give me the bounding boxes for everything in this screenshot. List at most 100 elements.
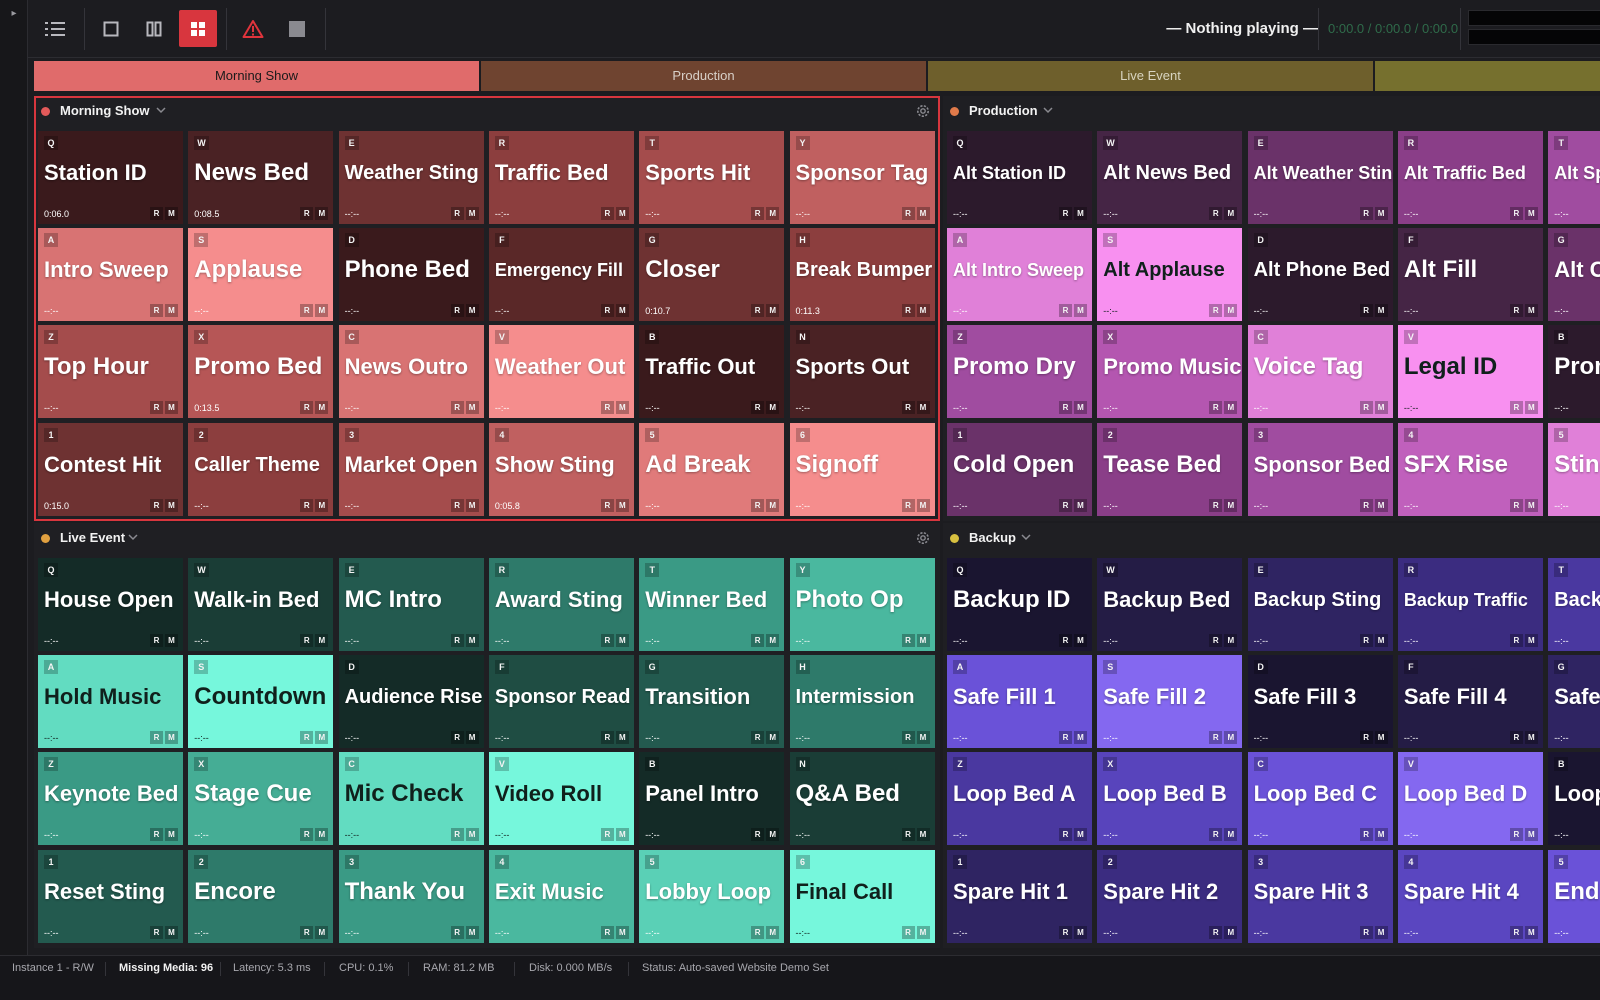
pad-repeat-toggle[interactable]: R bbox=[1059, 828, 1072, 842]
pad-encore[interactable]: 2 Encore --:-- R M bbox=[188, 849, 334, 943]
pad-spare-hit-1[interactable]: 1 Spare Hit 1 --:-- R M bbox=[947, 849, 1092, 943]
pad-video-roll[interactable]: V Video Roll --:-- R M bbox=[488, 752, 634, 846]
pad-mute-toggle[interactable]: M bbox=[1074, 304, 1087, 318]
pad-repeat-toggle[interactable]: R bbox=[1209, 304, 1223, 318]
pad-mute-toggle[interactable]: M bbox=[465, 498, 479, 512]
pad-repeat-toggle[interactable]: R bbox=[1209, 731, 1223, 745]
pad-mute-toggle[interactable]: M bbox=[615, 207, 629, 220]
pad-mute-toggle[interactable]: M bbox=[465, 304, 479, 318]
pad-safe-fill-2[interactable]: S Safe Fill 2 --:-- R M bbox=[1097, 655, 1243, 749]
pad-countdown[interactable]: S Countdown --:-- R M bbox=[188, 655, 334, 749]
pad-mute-toggle[interactable]: M bbox=[465, 401, 479, 415]
pad-alt-weather-sting[interactable]: E Alt Weather Sting --:-- R M bbox=[1247, 131, 1393, 224]
pad-mute-toggle[interactable]: M bbox=[1224, 401, 1238, 415]
stop-all-button[interactable] bbox=[278, 10, 316, 47]
pad-loop-bed-b[interactable]: X Loop Bed B --:-- R M bbox=[1097, 752, 1243, 846]
pad-mute-toggle[interactable]: M bbox=[315, 207, 329, 220]
pad-repeat-toggle[interactable]: R bbox=[1359, 731, 1373, 745]
pad-repeat-toggle[interactable]: R bbox=[1059, 401, 1072, 415]
pad-repeat-toggle[interactable]: R bbox=[751, 401, 765, 415]
pad-loop-bed-a[interactable]: Z Loop Bed A --:-- R M bbox=[947, 752, 1092, 846]
pad-alt-sports-hit[interactable]: TAlt Sports Hit--:--RM bbox=[1548, 131, 1600, 224]
pad-safe-fill-4[interactable]: F Safe Fill 4 --:-- R M bbox=[1397, 655, 1543, 749]
pad-exit-music[interactable]: 4 Exit Music --:-- R M bbox=[488, 849, 634, 943]
pad-repeat-toggle[interactable]: R bbox=[1509, 401, 1523, 415]
pad-repeat-toggle[interactable]: R bbox=[450, 401, 464, 415]
pad-station-id[interactable]: Q Station ID 0:06.0 R M bbox=[38, 131, 183, 224]
single-view-button[interactable] bbox=[92, 10, 130, 47]
pad-repeat-toggle[interactable]: R bbox=[1509, 925, 1523, 939]
grid-view-button[interactable] bbox=[179, 10, 217, 47]
pad-loop-bed-c[interactable]: C Loop Bed C --:-- R M bbox=[1247, 752, 1393, 846]
pad-show-sting[interactable]: 4 Show Sting 0:05.8 R M bbox=[488, 422, 634, 516]
pad-spare-hit-2[interactable]: 2 Spare Hit 2 --:-- R M bbox=[1097, 849, 1243, 943]
pad-repeat-toggle[interactable]: R bbox=[1059, 498, 1072, 512]
pad-promo-out[interactable]: BPromo Out--:--RM bbox=[1548, 325, 1600, 419]
pad-mute-toggle[interactable]: M bbox=[615, 731, 629, 745]
pad-mute-toggle[interactable]: M bbox=[1074, 731, 1087, 745]
pad-ad-break[interactable]: 5 Ad Break --:-- R M bbox=[639, 422, 785, 516]
pad-mute-toggle[interactable]: M bbox=[766, 401, 780, 415]
pad-repeat-toggle[interactable]: R bbox=[150, 207, 163, 220]
gear-icon[interactable] bbox=[914, 102, 932, 120]
missing-media-status[interactable]: Missing Media: 96 bbox=[119, 956, 213, 981]
pad-mute-toggle[interactable]: M bbox=[1374, 304, 1388, 318]
pad-repeat-toggle[interactable]: R bbox=[1059, 634, 1072, 647]
pad-mute-toggle[interactable]: M bbox=[1524, 634, 1538, 647]
chevron-down-icon[interactable] bbox=[1019, 530, 1033, 544]
pad-market-open[interactable]: 3 Market Open --:-- R M bbox=[338, 422, 484, 516]
pad-repeat-toggle[interactable]: R bbox=[300, 207, 314, 220]
pad-stinger[interactable]: 5Stinger--:--RM bbox=[1548, 422, 1600, 516]
pad-mute-toggle[interactable]: M bbox=[315, 731, 329, 745]
pad-repeat-toggle[interactable]: R bbox=[1059, 925, 1072, 939]
pad-mute-toggle[interactable]: M bbox=[1524, 731, 1538, 745]
pad-sports-hit[interactable]: T Sports Hit --:-- R M bbox=[639, 131, 785, 224]
pad-news-outro[interactable]: C News Outro --:-- R M bbox=[338, 325, 484, 419]
pad-repeat-toggle[interactable]: R bbox=[1209, 634, 1223, 647]
pad-mute-toggle[interactable]: M bbox=[315, 401, 329, 415]
gear-icon[interactable] bbox=[914, 529, 932, 547]
pad-mute-toggle[interactable]: M bbox=[315, 304, 329, 318]
pad-repeat-toggle[interactable]: R bbox=[901, 207, 915, 220]
pad-phone-bed[interactable]: D Phone Bed --:-- R M bbox=[338, 228, 484, 322]
pad-repeat-toggle[interactable]: R bbox=[600, 207, 614, 220]
pad-walk-in-bed[interactable]: W Walk-in Bed --:-- R M bbox=[188, 558, 334, 651]
pad-repeat-toggle[interactable]: R bbox=[1509, 207, 1523, 220]
pad-mute-toggle[interactable]: M bbox=[165, 304, 178, 318]
pad-mute-toggle[interactable]: M bbox=[1374, 925, 1388, 939]
pad-mute-toggle[interactable]: M bbox=[766, 731, 780, 745]
pad-stage-cue[interactable]: X Stage Cue --:-- R M bbox=[188, 752, 334, 846]
pad-alt-fill[interactable]: F Alt Fill --:-- R M bbox=[1397, 228, 1543, 322]
pad-traffic-bed[interactable]: R Traffic Bed --:-- R M bbox=[488, 131, 634, 224]
pad-repeat-toggle[interactable]: R bbox=[901, 304, 915, 318]
pad-repeat-toggle[interactable]: R bbox=[450, 207, 464, 220]
pad-mute-toggle[interactable]: M bbox=[165, 925, 178, 939]
pad-mute-toggle[interactable]: M bbox=[315, 634, 329, 647]
pad-house-open[interactable]: Q House Open --:-- R M bbox=[38, 558, 183, 651]
pad-alt-closer[interactable]: GAlt Closer--:--RM bbox=[1548, 228, 1600, 322]
pad-mute-toggle[interactable]: M bbox=[465, 731, 479, 745]
pad-mute-toggle[interactable]: M bbox=[165, 401, 178, 415]
pane-title[interactable]: Live Event bbox=[60, 523, 125, 553]
pad-traffic-out[interactable]: B Traffic Out --:-- R M bbox=[639, 325, 785, 419]
pad-repeat-toggle[interactable]: R bbox=[901, 401, 915, 415]
expand-sidebar-icon[interactable]: ▸ bbox=[8, 6, 20, 22]
pad-repeat-toggle[interactable]: R bbox=[901, 828, 915, 842]
pad-repeat-toggle[interactable]: R bbox=[901, 498, 915, 512]
pad-intermission[interactable]: H Intermission --:-- R M bbox=[789, 655, 935, 749]
pad-backup-id[interactable]: Q Backup ID --:-- R M bbox=[947, 558, 1092, 651]
pad-mute-toggle[interactable]: M bbox=[1374, 401, 1388, 415]
chevron-down-icon[interactable] bbox=[126, 530, 140, 544]
pad-repeat-toggle[interactable]: R bbox=[150, 731, 163, 745]
pad-promo-music[interactable]: X Promo Music --:-- R M bbox=[1097, 325, 1243, 419]
pad-end-hit[interactable]: 5End Hit--:--RM bbox=[1548, 849, 1600, 943]
pad-mute-toggle[interactable]: M bbox=[615, 498, 629, 512]
pad-promo-dry[interactable]: Z Promo Dry --:-- R M bbox=[947, 325, 1092, 419]
pad-mute-toggle[interactable]: M bbox=[315, 925, 329, 939]
pad-mute-toggle[interactable]: M bbox=[766, 498, 780, 512]
pad-backup-sting[interactable]: E Backup Sting --:-- R M bbox=[1247, 558, 1393, 651]
pad-mute-toggle[interactable]: M bbox=[1074, 925, 1087, 939]
pad-mute-toggle[interactable]: M bbox=[1224, 304, 1238, 318]
pane-title[interactable]: Backup bbox=[969, 523, 1016, 553]
pad-promo-bed[interactable]: X Promo Bed 0:13.5 R M bbox=[188, 325, 334, 419]
